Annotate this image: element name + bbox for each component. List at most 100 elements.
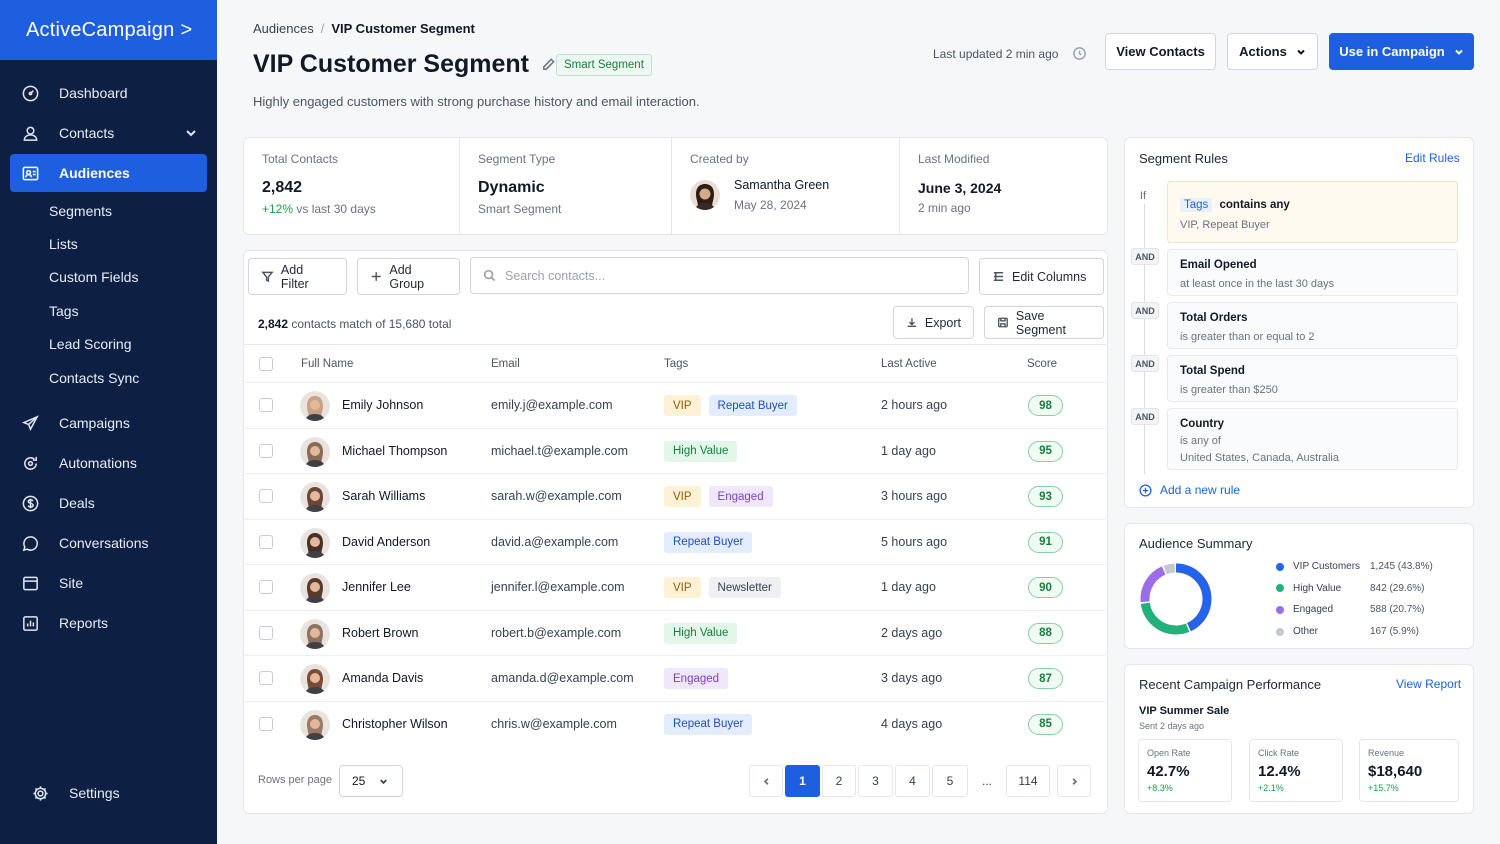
row-checkbox[interactable] [259, 625, 273, 640]
history-icon[interactable] [1072, 46, 1087, 61]
page-2[interactable]: 2 [822, 765, 856, 797]
rule-desc: is any of [1180, 435, 1221, 447]
nav-lead-scoring[interactable]: Lead Scoring [0, 328, 217, 361]
table-row[interactable]: Amanda Davis amanda.d@example.com Engage… [244, 655, 1106, 701]
col-email[interactable]: Email [491, 358, 520, 370]
breadcrumb: Audiences / VIP Customer Segment [253, 21, 475, 36]
stat-value: June 3, 2024 [918, 180, 1002, 196]
table-row[interactable]: Christopher Wilson chris.w@example.com R… [244, 700, 1106, 747]
nav-campaigns[interactable]: Campaigns [10, 404, 207, 442]
avatar [300, 436, 330, 467]
page-3[interactable]: 3 [858, 765, 893, 797]
save-segment-button[interactable]: Save Segment [984, 306, 1104, 339]
tag-badge: Repeat Buyer [664, 713, 753, 735]
stat-segment-type: Segment Type Dynamic Smart Segment [460, 138, 672, 234]
nav-tags[interactable]: Tags [0, 294, 217, 327]
contact-name[interactable]: Emily Johnson [342, 398, 423, 412]
legend-dot [1276, 605, 1284, 614]
created-date: May 28, 2024 [734, 198, 807, 212]
nav-contacts[interactable]: Contacts [10, 114, 207, 152]
table-row[interactable]: Sarah Williams sarah.w@example.com VIP En… [244, 473, 1106, 519]
page-5[interactable]: 5 [932, 765, 968, 797]
row-checkbox[interactable] [259, 580, 273, 594]
avatar [690, 180, 720, 210]
rule-email-opened[interactable]: Email Opened at least once in the last 3… [1167, 249, 1458, 296]
nav-conversations[interactable]: Conversations [10, 524, 207, 562]
rule-country[interactable]: Country is any of United States, Canada, … [1167, 408, 1458, 470]
col-tags[interactable]: Tags [664, 358, 688, 370]
table-row[interactable]: Robert Brown robert.b@example.com High V… [244, 609, 1106, 656]
col-score[interactable]: Score [1027, 358, 1057, 370]
table-header: Full Name Email Tags Last Active Score [244, 344, 1106, 382]
add-rule-button[interactable]: Add a new rule [1139, 483, 1240, 497]
contact-name[interactable]: Michael Thompson [342, 444, 447, 458]
page-4[interactable]: 4 [895, 765, 930, 797]
rule-total-orders[interactable]: Total Orders is greater than or equal to… [1167, 302, 1458, 349]
nav-custom-fields[interactable]: Custom Fields [0, 261, 217, 294]
nav-dashboard-label: Dashboard [59, 85, 128, 101]
table-row[interactable]: Michael Thompson michael.t@example.com H… [244, 427, 1106, 474]
col-full-name[interactable]: Full Name [301, 358, 353, 370]
nav-deals[interactable]: Deals [10, 484, 207, 522]
view-report-link[interactable]: View Report [1396, 677, 1461, 691]
pencil-icon[interactable] [529, 50, 556, 79]
nav-settings[interactable]: Settings [20, 774, 197, 812]
chevron-down-icon[interactable] [185, 126, 197, 142]
contact-name[interactable]: Robert Brown [342, 626, 418, 640]
contact-last-active: 3 hours ago [881, 489, 948, 503]
contacts-icon [20, 123, 40, 143]
table-row[interactable]: Emily Johnson emily.j@example.com VIP Rep… [244, 382, 1106, 428]
prev-page-button[interactable] [749, 765, 783, 797]
metric-revenue: Revenue $18,640 +15.7% [1359, 739, 1459, 802]
use-in-campaign-button[interactable]: Use in Campaign [1329, 33, 1474, 70]
export-button[interactable]: Export [893, 306, 974, 339]
rows-per-page-select[interactable]: 25 [339, 765, 403, 797]
edit-rules-link[interactable]: Edit Rules [1405, 151, 1460, 165]
nav-lists[interactable]: Lists [0, 227, 217, 260]
rule-tags[interactable]: Tags contains any VIP, Repeat Buyer [1167, 181, 1458, 243]
row-checkbox[interactable] [259, 534, 273, 549]
last-updated-text: Last updated 2 min ago [933, 46, 1059, 61]
nav-automations[interactable]: Automations [10, 444, 207, 482]
search-input[interactable] [505, 268, 925, 283]
rule-total-spend[interactable]: Total Spend is greater than $250 [1167, 355, 1458, 402]
nav-reports[interactable]: Reports [10, 604, 207, 642]
row-checkbox[interactable] [259, 716, 273, 731]
table-row[interactable]: Jennifer Lee jennifer.l@example.com VIP N… [244, 564, 1106, 610]
contact-name[interactable]: Amanda Davis [342, 671, 423, 685]
row-checkbox[interactable] [259, 489, 273, 503]
contact-name[interactable]: Christopher Wilson [342, 717, 448, 731]
contact-name[interactable]: Jennifer Lee [342, 580, 411, 594]
nav-audiences[interactable]: Audiences [10, 154, 207, 192]
col-last-active[interactable]: Last Active [881, 358, 937, 370]
actions-label: Actions [1239, 44, 1287, 59]
view-contacts-button[interactable]: View Contacts [1105, 33, 1216, 70]
nav-site[interactable]: Site [10, 564, 207, 602]
row-checkbox[interactable] [259, 443, 273, 458]
next-page-button[interactable] [1057, 765, 1091, 797]
row-checkbox[interactable] [259, 398, 273, 412]
page-1[interactable]: 1 [785, 765, 820, 797]
select-all-checkbox[interactable] [259, 357, 273, 371]
edit-columns-button[interactable]: Edit Columns [979, 258, 1104, 295]
stat-total-contacts: Total Contacts 2,842 +12% vs last 30 day… [244, 138, 460, 234]
table-row[interactable]: David Anderson david.a@example.com Repea… [244, 518, 1106, 565]
breadcrumb-audiences[interactable]: Audiences [253, 21, 314, 36]
actions-button[interactable]: Actions [1227, 33, 1318, 70]
nav-contacts-sync[interactable]: Contacts Sync [0, 361, 217, 394]
add-group-button[interactable]: Add Group [357, 258, 460, 295]
contact-last-active: 2 days ago [881, 625, 943, 640]
nav-dashboard[interactable]: Dashboard [10, 74, 207, 112]
nav-segments[interactable]: Segments [0, 194, 217, 227]
contact-last-active: 1 day ago [881, 443, 936, 458]
row-checkbox[interactable] [259, 671, 273, 685]
creator-name: Samantha Green [734, 178, 830, 192]
brand-logo[interactable]: ActiveCampaign > [0, 0, 217, 60]
page-last[interactable]: 114 [1006, 765, 1050, 797]
add-filter-button[interactable]: Add Filter [248, 258, 347, 295]
contact-name[interactable]: Sarah Williams [342, 489, 425, 503]
audience-summary-title: Audience Summary [1139, 536, 1253, 551]
and-badge: AND [1131, 248, 1159, 265]
search-icon [483, 269, 496, 282]
contact-name[interactable]: David Anderson [342, 535, 430, 549]
